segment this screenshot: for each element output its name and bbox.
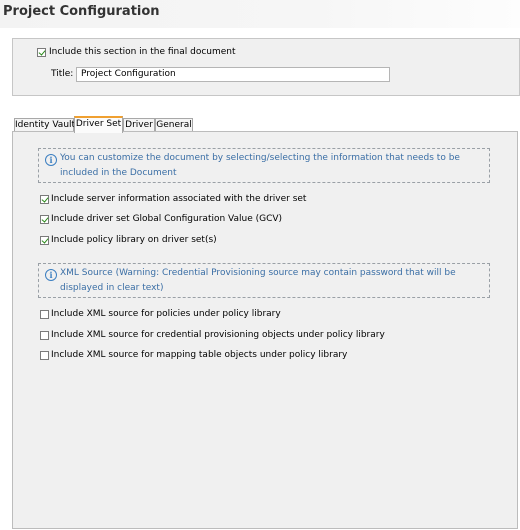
tab-identity-vault[interactable]: Identity Vault bbox=[14, 118, 75, 132]
xml-credential-label: Include XML source for credential provis… bbox=[51, 330, 385, 340]
info-icon: i bbox=[45, 154, 57, 166]
include-policy-library-checkbox[interactable] bbox=[40, 236, 49, 245]
include-gcv-checkbox[interactable] bbox=[40, 215, 49, 224]
include-gcv-label: Include driver set Global Configuration … bbox=[51, 214, 283, 224]
xml-warning-text: XML Source (Warning: Credential Provisio… bbox=[60, 268, 456, 293]
title-label: Title: bbox=[51, 69, 74, 79]
include-policy-library-label: Include policy library on driver set(s) bbox=[51, 235, 217, 245]
info-text: You can customize the document by select… bbox=[60, 153, 460, 178]
xml-credential-checkbox[interactable] bbox=[40, 331, 49, 340]
include-section-checkbox[interactable] bbox=[37, 48, 46, 57]
warning-info-icon: i bbox=[45, 269, 57, 281]
xml-policies-checkbox[interactable] bbox=[40, 310, 49, 319]
title-input[interactable]: Project Configuration bbox=[76, 67, 390, 82]
xml-mapping-table-checkbox[interactable] bbox=[40, 351, 49, 360]
include-server-info-label: Include server information associated wi… bbox=[51, 194, 307, 204]
tab-driver[interactable]: Driver bbox=[123, 118, 155, 132]
tab-driver-set[interactable]: Driver Set bbox=[74, 116, 123, 133]
tab-general[interactable]: General bbox=[155, 118, 193, 132]
include-server-info-checkbox[interactable] bbox=[40, 195, 49, 204]
info-box: i You can customize the document by sele… bbox=[38, 148, 490, 183]
xml-mapping-table-label: Include XML source for mapping table obj… bbox=[51, 350, 348, 360]
page-title: Project Configuration bbox=[3, 4, 160, 19]
include-section-label: Include this section in the final docume… bbox=[49, 47, 236, 57]
xml-policies-label: Include XML source for policies under po… bbox=[51, 309, 281, 319]
xml-warning-box: i XML Source (Warning: Credential Provis… bbox=[38, 263, 490, 298]
page-header: Project Configuration bbox=[0, 0, 520, 28]
